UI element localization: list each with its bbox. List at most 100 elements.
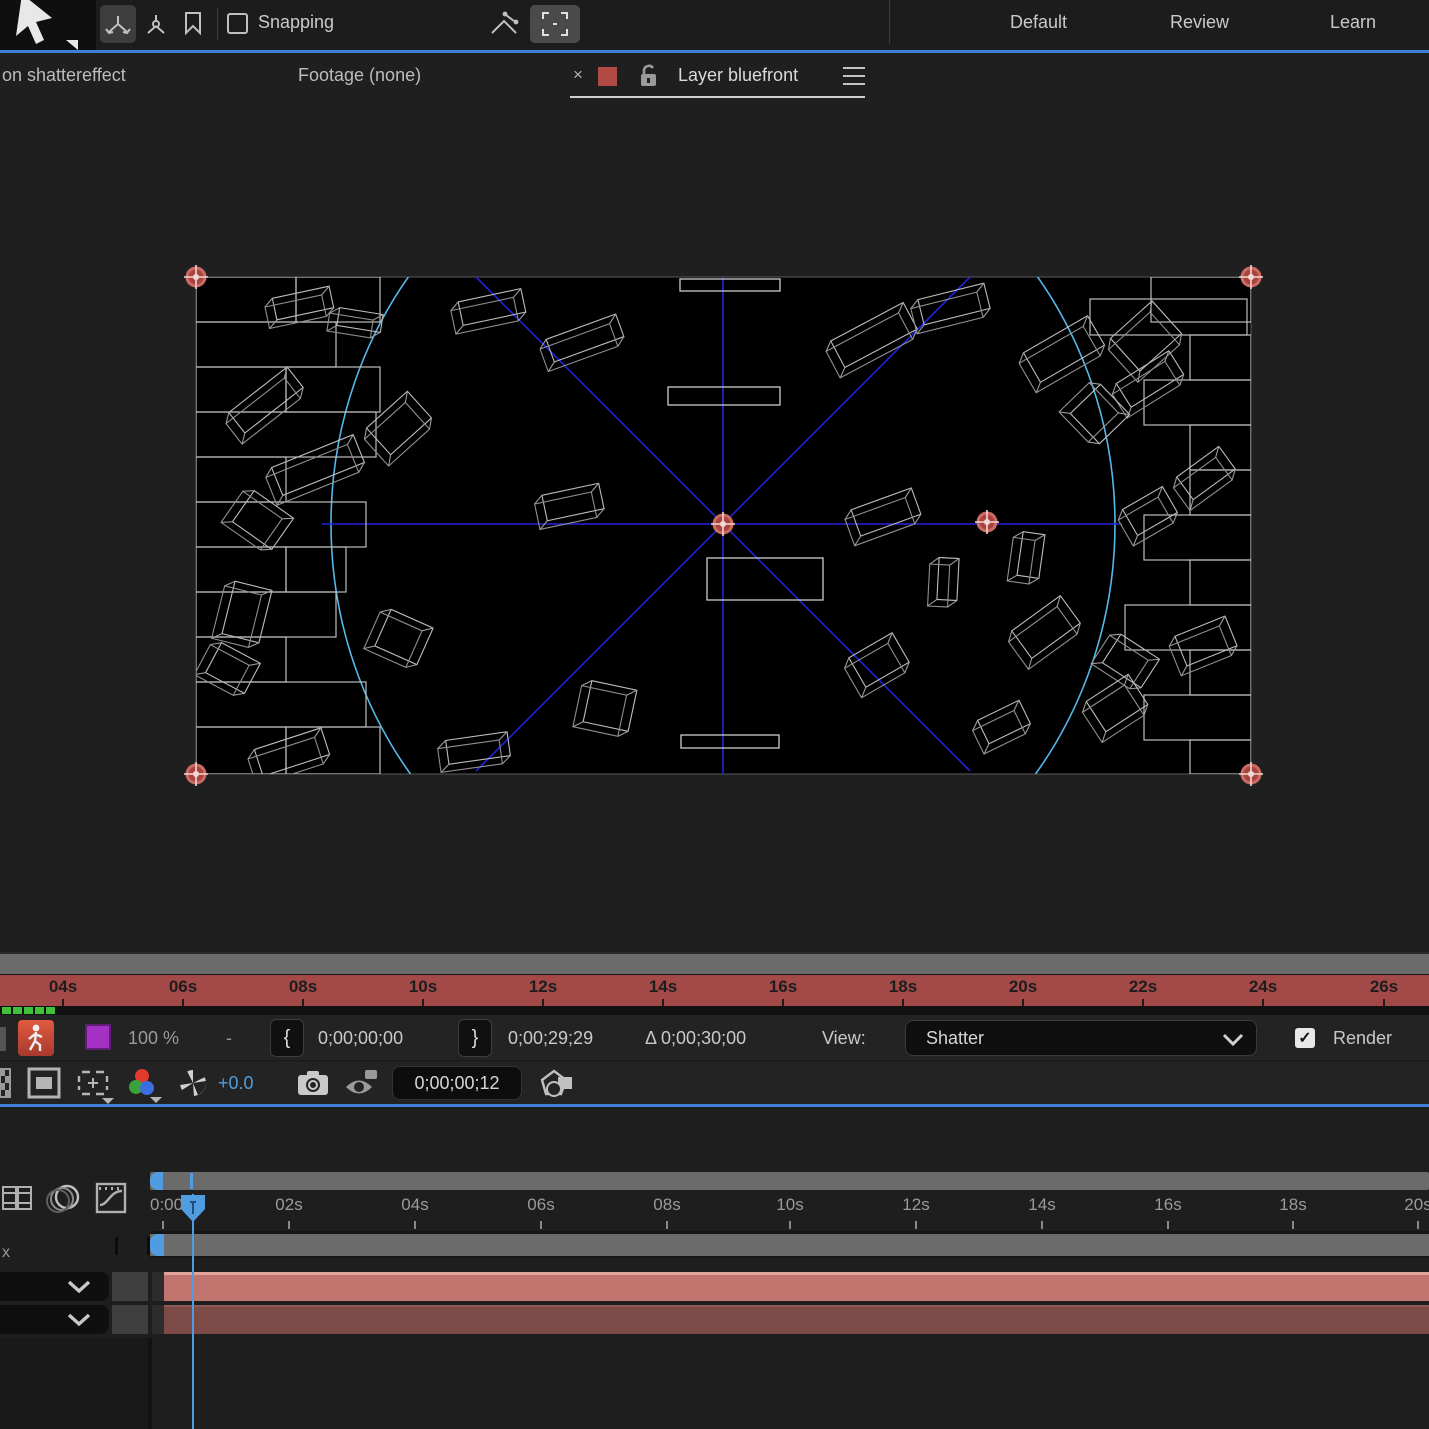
selection-tool-icon (8, 0, 78, 48)
ruler-tick (1142, 999, 1144, 1006)
snap-caret-icon (489, 11, 519, 37)
column-divider[interactable] (115, 1237, 118, 1255)
render-label: Render (1333, 1015, 1392, 1061)
ruler-tick (542, 999, 544, 1006)
playhead-line[interactable] (192, 1194, 194, 1429)
motion-blur-icon[interactable] (48, 1183, 80, 1213)
playhead-marker[interactable] (180, 1194, 206, 1224)
exposure-reset-icon[interactable] (178, 1068, 208, 1098)
pixel-motion-button[interactable] (18, 1020, 54, 1056)
ruler-tick (182, 999, 184, 1006)
layer-1-switch-cell[interactable] (112, 1272, 148, 1301)
tab-composition-shattereffect[interactable]: on shattereffect (2, 53, 126, 97)
workspace-default[interactable]: Default (1010, 0, 1067, 44)
snap-guides-toggle[interactable] (485, 5, 523, 43)
tab-layer-bluefront[interactable]: Layer bluefront (678, 53, 798, 97)
timeline-left-column (0, 1338, 148, 1429)
ruler-tick (782, 999, 784, 1006)
timeline-ruler-label: 06s (527, 1195, 554, 1215)
ruler-tick (1262, 999, 1264, 1006)
workspace-review[interactable]: Review (1170, 0, 1229, 44)
layer-2-duration-bar[interactable] (164, 1305, 1429, 1334)
timeline-ruler-label: 04s (401, 1195, 428, 1215)
view-dropdown-value: Shatter (926, 1028, 984, 1049)
timeline-ruler-label: 18s (1279, 1195, 1306, 1215)
timeline-navigator-bar[interactable] (150, 1172, 1429, 1190)
lock-open-icon[interactable] (638, 64, 660, 88)
view-dropdown[interactable]: Shatter (905, 1020, 1257, 1056)
layer-time-ruler[interactable]: 04s06s08s10s12s14s16s18s20s22s24s26s (0, 975, 1429, 1006)
label-color-swatch[interactable] (85, 1024, 111, 1050)
current-time-field[interactable]: 0;00;00;12 (392, 1066, 522, 1100)
tab-footage[interactable]: Footage (none) (298, 53, 421, 97)
ruler-tick (662, 999, 664, 1006)
timeline-column-divider (148, 1338, 152, 1429)
ruler-label: 04s (49, 977, 77, 997)
snapping-checkbox[interactable] (227, 13, 248, 34)
mask-shape-visibility-icon[interactable] (540, 1069, 576, 1099)
navigator-playhead-mark (190, 1173, 193, 1189)
column-divider[interactable] (147, 1237, 150, 1255)
timeline-ruler-label: 10s (776, 1195, 803, 1215)
set-in-point-button[interactable]: { (270, 1019, 304, 1057)
frame-blending-icon[interactable] (2, 1183, 32, 1213)
ruler-tick (302, 999, 304, 1006)
orbit-around-cursor-tool[interactable] (100, 5, 136, 43)
layer-viewport[interactable] (0, 100, 1429, 952)
transparency-grid-icon[interactable] (0, 1069, 10, 1097)
exposure-value[interactable]: +0.0 (218, 1062, 254, 1104)
timeline-ruler-tick (789, 1221, 791, 1229)
chevron-down-icon (67, 1280, 91, 1294)
layer-2-spacer (152, 1305, 164, 1334)
timeline-ruler-tick (288, 1221, 290, 1229)
ruler-label: 06s (169, 977, 197, 997)
layer-2-twirl-button[interactable] (0, 1305, 109, 1334)
timeline-ruler-label: 16s (1154, 1195, 1181, 1215)
workspace-learn[interactable]: Learn (1330, 0, 1376, 44)
ruler-label: 12s (529, 977, 557, 997)
timeline-ruler-tick (666, 1221, 668, 1229)
layer-1-spacer (152, 1272, 164, 1301)
cached-frame-indicator (13, 1007, 22, 1014)
selection-tool-button[interactable] (0, 0, 96, 50)
layer-2-switch-cell[interactable] (112, 1305, 148, 1334)
navigator-start-handle[interactable] (150, 1172, 163, 1190)
graph-editor-icon[interactable] (96, 1183, 126, 1213)
chevron-down-icon (67, 1313, 91, 1327)
timeline-time-ruler[interactable]: 0:0002s04s06s08s10s12s14s16s18s20s (150, 1192, 1429, 1232)
work-area-bar[interactable] (150, 1232, 1429, 1258)
layer-1-duration-bar[interactable] (164, 1272, 1429, 1301)
tab-close-icon[interactable]: × (568, 53, 588, 97)
show-snapshot-eye-icon[interactable] (345, 1070, 381, 1098)
clipped-column-text: x (2, 1244, 10, 1262)
timeline-ruler-label: 02s (275, 1195, 302, 1215)
set-out-point-button[interactable]: } (458, 1019, 492, 1057)
timeline-ruler-tick (162, 1221, 164, 1229)
chevron-down-icon (1222, 1033, 1244, 1047)
panel-menu-icon[interactable] (843, 67, 865, 85)
viewport-horizontal-scrollbar[interactable] (0, 952, 1429, 975)
ruler-label: 24s (1249, 977, 1277, 997)
after-effects-window: Snapping Default Review Learn on shatter… (0, 0, 1429, 1429)
layer-1-twirl-button[interactable] (0, 1272, 109, 1301)
orbit-around-scene-tool[interactable] (138, 5, 174, 43)
cached-frames-strip (0, 1006, 1429, 1015)
timeline-panel: 0:0002s04s06s08s10s12s14s16s18s20s x (0, 1107, 1429, 1429)
timeline-ruler-label: 20s (1404, 1195, 1429, 1215)
out-point-timecode[interactable]: 0;00;29;29 (508, 1015, 593, 1061)
magnification-value[interactable]: 100 % (128, 1015, 179, 1061)
walking-person-icon (18, 1020, 54, 1056)
ruler-label: 22s (1129, 977, 1157, 997)
channel-selector-icon[interactable] (128, 1067, 164, 1103)
cached-frame-indicator (46, 1007, 55, 1014)
viewer-options-row: +0.0 0;00;00;12 (0, 1062, 1429, 1104)
layer-row-1 (0, 1271, 1429, 1302)
orbit-camera-pan-tool[interactable] (176, 5, 210, 43)
region-of-interest-icon[interactable] (28, 1068, 60, 1098)
snap-edges-toggle[interactable] (530, 5, 580, 43)
work-area-start-handle[interactable] (150, 1234, 164, 1256)
in-point-timecode[interactable]: 0;00;00;00 (318, 1015, 403, 1061)
snapshot-camera-icon[interactable] (298, 1071, 328, 1095)
render-checkbox[interactable]: ✓ (1295, 1028, 1315, 1048)
grid-guides-options-icon[interactable] (76, 1068, 116, 1102)
